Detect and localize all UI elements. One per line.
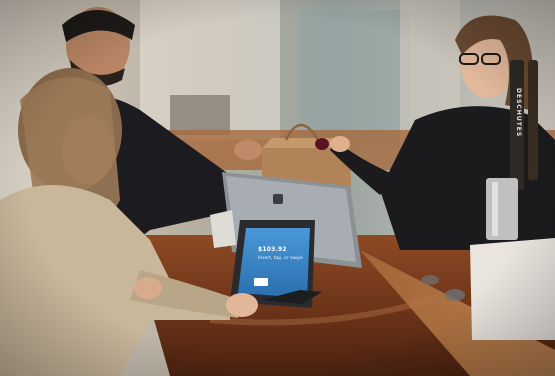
photo-scene: $103.92 Insert, tap, or swipe DESCHUTES: [0, 0, 555, 376]
tap-handle-brand: DESCHUTES: [515, 88, 522, 138]
scene-illustration: [0, 0, 555, 376]
pos-amount-text: $103.92: [258, 246, 287, 253]
pos-prompt-text: Insert, tap, or swipe: [258, 256, 303, 261]
vignette: [0, 0, 555, 376]
